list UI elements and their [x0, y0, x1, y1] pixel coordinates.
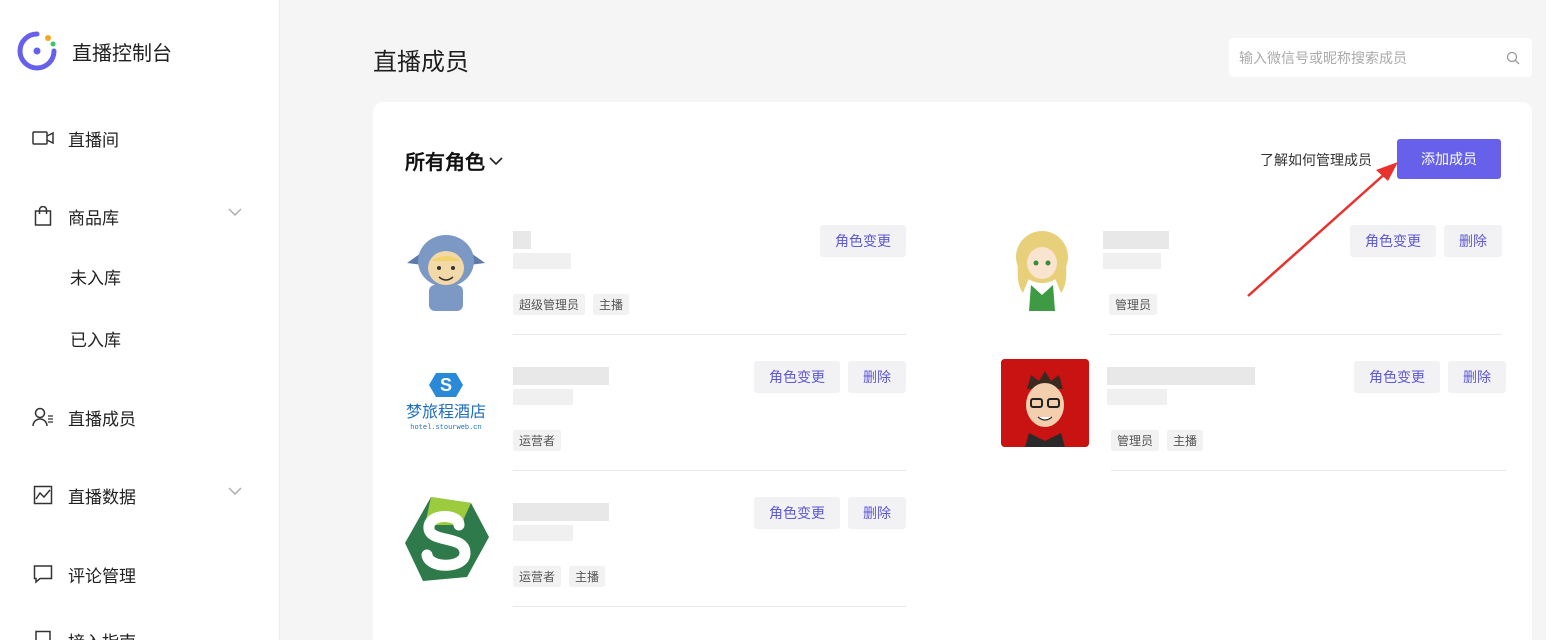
chart-icon [32, 484, 54, 506]
divider [513, 470, 906, 471]
nickname-blurred [513, 367, 609, 385]
change-role-button[interactable]: 角色变更 [1350, 225, 1436, 257]
member-actions: 角色变更 删除 [754, 361, 906, 393]
sidebar-item-label: 商品库 [68, 208, 119, 228]
chevron-down-icon [228, 487, 242, 495]
sidebar-item-live-room[interactable]: 直播间 [32, 123, 242, 153]
role-tags: 超级管理员 主播 [513, 294, 630, 315]
hotel-url-text: hotel.stourweb.cn [410, 424, 481, 432]
sidebar: 直播控制台 直播间 商品库 未入库 已入库 直播成员 直播数据 评论管理 [0, 0, 280, 640]
logo-icon [17, 31, 57, 71]
member-actions: 角色变更 删除 [1350, 225, 1502, 257]
avatar: S 梦旅程酒店 hotel.stourweb.cn [401, 359, 491, 449]
nickname-blurred [513, 503, 609, 521]
delete-button[interactable]: 删除 [848, 497, 906, 529]
nickname-blurred [1103, 231, 1169, 249]
brand: 直播控制台 [16, 30, 172, 72]
nickname-blurred [1103, 253, 1161, 269]
sidebar-item-live-data[interactable]: 直播数据 [32, 480, 242, 510]
divider [513, 334, 906, 335]
chevron-down-icon [228, 208, 242, 216]
avatar [401, 495, 491, 585]
role-filter-label: 所有角色 [405, 152, 485, 174]
search-input[interactable] [1239, 49, 1506, 66]
member-card: S 梦旅程酒店 hotel.stourweb.cn 运营者 角色变更 删除 [401, 359, 906, 495]
role-tag: 主播 [569, 566, 606, 587]
role-tags: 管理员 [1109, 294, 1158, 315]
member-actions: 角色变更 删除 [1354, 361, 1506, 393]
avatar [997, 223, 1087, 313]
nickname-blurred [513, 253, 571, 269]
add-member-button[interactable]: 添加成员 [1397, 139, 1501, 179]
comment-icon [32, 563, 54, 585]
member-card: 运营者 主播 角色变更 删除 [401, 495, 906, 631]
change-role-button[interactable]: 角色变更 [754, 361, 840, 393]
role-tag: 主播 [1167, 430, 1204, 451]
help-link[interactable]: 了解如何管理成员 [1260, 150, 1372, 170]
role-tag: 管理员 [1109, 294, 1158, 315]
sidebar-item-label: 直播成员 [68, 409, 136, 429]
sidebar-item-product-library[interactable]: 商品库 [32, 201, 242, 231]
delete-button[interactable]: 删除 [848, 361, 906, 393]
role-filter-dropdown[interactable]: 所有角色 [405, 146, 503, 175]
guide-icon [32, 629, 54, 640]
member-card: 管理员 角色变更 删除 [997, 223, 1502, 359]
sidebar-item-label: 直播间 [68, 130, 119, 150]
search-icon[interactable] [1506, 51, 1520, 65]
sidebar-item-not-stocked[interactable]: 未入库 [70, 264, 121, 289]
member-card: 超级管理员 主播 角色变更 [401, 223, 906, 359]
change-role-button[interactable]: 角色变更 [1354, 361, 1440, 393]
divider [513, 606, 906, 607]
role-tag: 主播 [593, 294, 630, 315]
member-card: 管理员 主播 角色变更 删除 [1001, 359, 1506, 495]
page-title: 直播成员 [373, 49, 469, 76]
role-tag: 管理员 [1111, 430, 1160, 451]
sidebar-item-live-members[interactable]: 直播成员 [32, 402, 242, 432]
delete-button[interactable]: 删除 [1444, 225, 1502, 257]
sidebar-item-label: 接入指南 [68, 628, 136, 640]
nickname-blurred [513, 389, 573, 405]
divider [1111, 470, 1506, 471]
member-actions: 角色变更 删除 [754, 497, 906, 529]
role-tags: 管理员 主播 [1111, 430, 1204, 451]
sidebar-item-access-guide[interactable]: 接入指南 [32, 625, 242, 640]
avatar [1001, 359, 1089, 447]
video-camera-icon [32, 127, 54, 149]
svg-text:S: S [440, 375, 452, 395]
nickname-blurred [1107, 367, 1255, 385]
avatar [401, 223, 491, 313]
role-tags: 运营者 [513, 430, 562, 451]
chevron-down-icon [489, 156, 503, 165]
hotel-name-text: 梦旅程酒店 [406, 402, 486, 421]
members-icon [32, 406, 54, 428]
role-tag: 超级管理员 [513, 294, 586, 315]
sidebar-item-stocked[interactable]: 已入库 [70, 326, 121, 351]
change-role-button[interactable]: 角色变更 [754, 497, 840, 529]
nickname-blurred [1107, 389, 1167, 405]
role-tags: 运营者 主播 [513, 566, 606, 587]
role-tag: 运营者 [513, 430, 562, 451]
member-actions: 角色变更 [820, 225, 906, 257]
search-box [1229, 38, 1532, 77]
nickname-blurred [513, 525, 573, 541]
sidebar-item-comment-management[interactable]: 评论管理 [32, 559, 242, 589]
members-card: 所有角色 了解如何管理成员 添加成员 超级管理员 主播 角色变更 管理员 角色变… [373, 102, 1532, 640]
nickname-blurred [513, 231, 531, 249]
sidebar-item-label: 评论管理 [68, 566, 136, 586]
role-tag: 运营者 [513, 566, 562, 587]
sidebar-item-label: 直播数据 [68, 487, 136, 507]
shopping-bag-icon [32, 205, 54, 227]
brand-title: 直播控制台 [72, 42, 172, 65]
divider [1109, 334, 1502, 335]
change-role-button[interactable]: 角色变更 [820, 225, 906, 257]
delete-button[interactable]: 删除 [1448, 361, 1506, 393]
